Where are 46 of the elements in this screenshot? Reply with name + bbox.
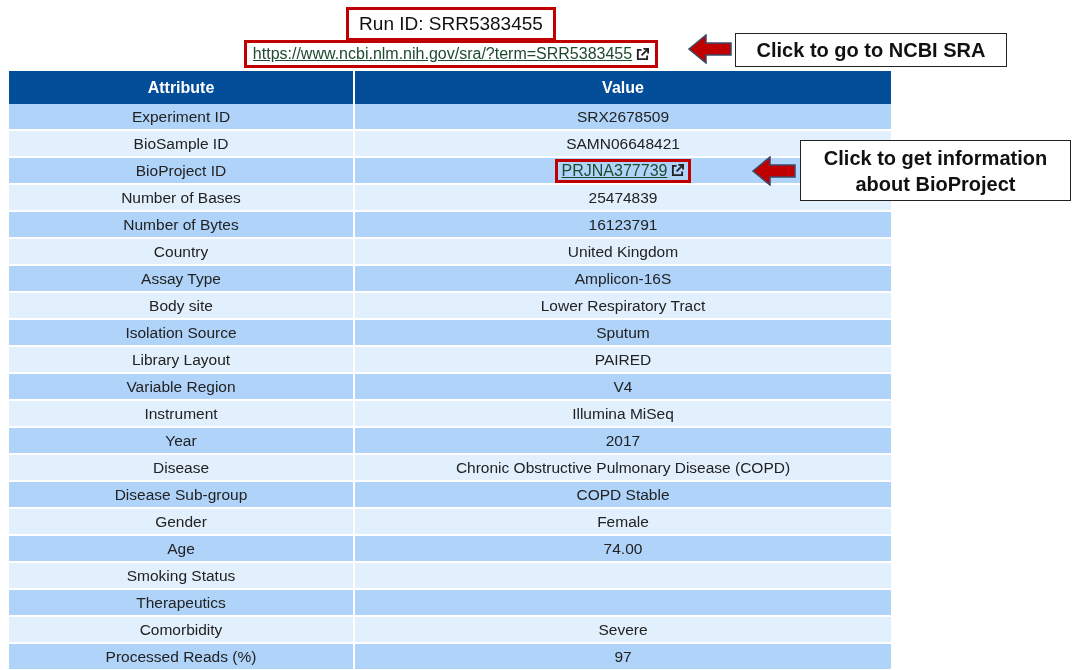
- attribute-cell: Therapeutics: [9, 589, 354, 616]
- value-cell: United Kingdom: [354, 238, 892, 265]
- column-header: Attribute: [9, 71, 354, 104]
- external-link-icon: [636, 47, 650, 61]
- attribute-cell: Variable Region: [9, 373, 354, 400]
- value-cell: Sputum: [354, 319, 892, 346]
- value-cell: Severe: [354, 616, 892, 643]
- attribute-cell: Experiment ID: [9, 104, 354, 130]
- value-cell: PAIRED: [354, 346, 892, 373]
- attribute-cell: Disease: [9, 454, 354, 481]
- arrow-icon: [752, 156, 796, 186]
- callout-label: Click to go to NCBI SRA: [735, 33, 1007, 67]
- attribute-cell: Processed Reads (%): [9, 643, 354, 670]
- value-cell: 97: [354, 643, 892, 670]
- value-cell: Illumina MiSeq: [354, 400, 892, 427]
- arrow-icon: [688, 34, 732, 64]
- column-header: Value: [354, 71, 892, 104]
- attribute-cell: Library Layout: [9, 346, 354, 373]
- attribute-cell: Instrument: [9, 400, 354, 427]
- value-cell: 74.00: [354, 535, 892, 562]
- value-cell: Lower Respiratory Tract: [354, 292, 892, 319]
- attribute-cell: Body site: [9, 292, 354, 319]
- external-link-icon: [671, 164, 685, 177]
- value-cell: Chronic Obstructive Pulmonary Disease (COPD): [354, 454, 892, 481]
- attribute-cell: Country: [9, 238, 354, 265]
- run-id-title: Run ID: SRR5383455: [346, 7, 556, 41]
- attribute-cell: Gender: [9, 508, 354, 535]
- value-cell: SRX2678509: [354, 104, 892, 130]
- attribute-cell: Year: [9, 427, 354, 454]
- value-cell: Amplicon-16S: [354, 265, 892, 292]
- value-cell: Female: [354, 508, 892, 535]
- attribute-cell: Isolation Source: [9, 319, 354, 346]
- attribute-cell: Disease Sub-group: [9, 481, 354, 508]
- callout-label: Click to get information about BioProject: [800, 140, 1071, 201]
- value-cell: COPD Stable: [354, 481, 892, 508]
- value-cell: 2017: [354, 427, 892, 454]
- attribute-cell: Smoking Status: [9, 562, 354, 589]
- value-cell: V4: [354, 373, 892, 400]
- attribute-cell: BioSample ID: [9, 130, 354, 157]
- attribute-cell: Assay Type: [9, 265, 354, 292]
- attribute-cell: Age: [9, 535, 354, 562]
- attribute-cell: Number of Bases: [9, 184, 354, 211]
- attribute-cell: Number of Bytes: [9, 211, 354, 238]
- attribute-cell: BioProject ID: [9, 157, 354, 184]
- attribute-cell: Comorbidity: [9, 616, 354, 643]
- value-cell: 16123791: [354, 211, 892, 238]
